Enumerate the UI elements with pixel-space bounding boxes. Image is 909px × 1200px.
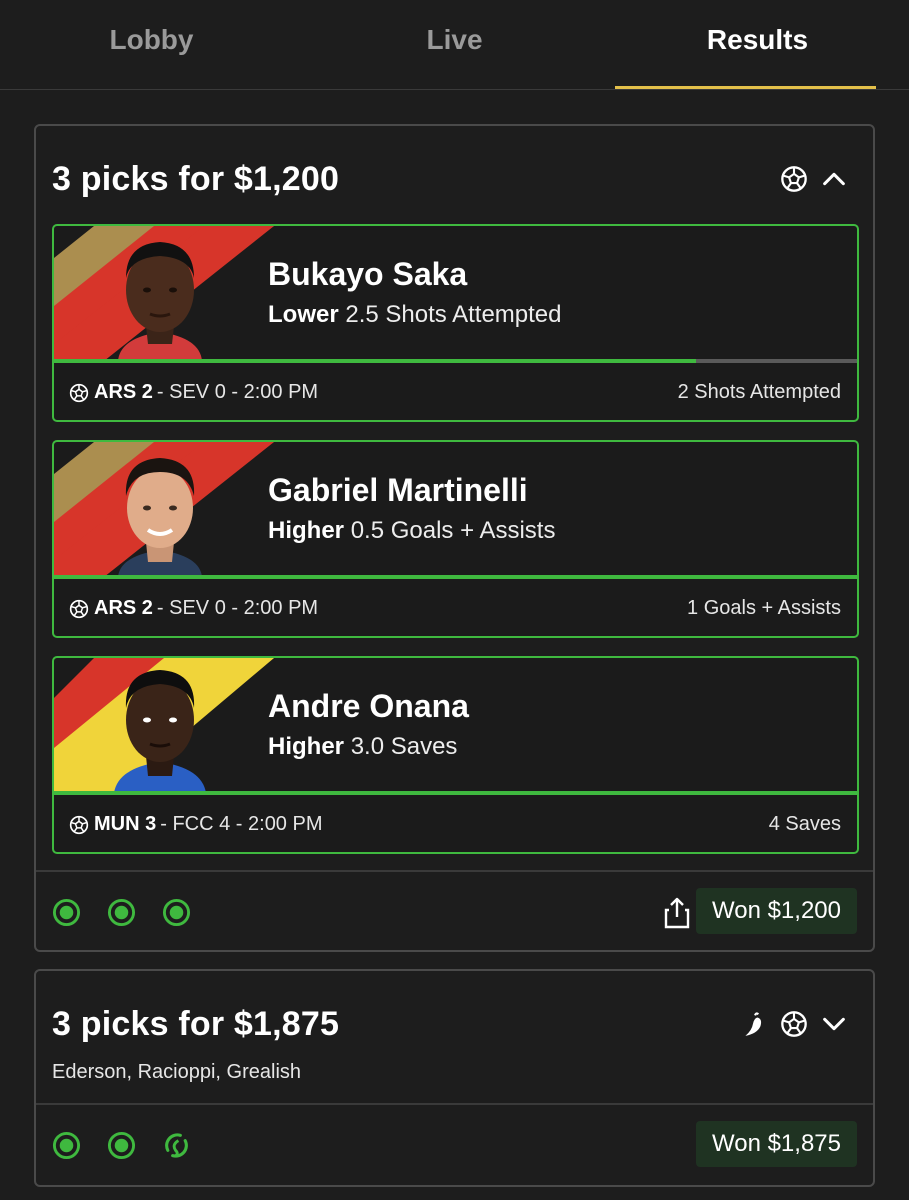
check-circle-icon	[162, 898, 191, 927]
soccer-ball-icon	[68, 814, 90, 836]
soccer-ball-icon	[68, 598, 90, 620]
team-score: ARS 2	[94, 597, 153, 619]
pick-card-saka[interactable]: Bukayo Saka Lower 2.5 Shots Attempted AR…	[52, 224, 859, 422]
soccer-ball-icon	[779, 1009, 809, 1039]
won-status-badge: Won $1,200	[696, 888, 857, 934]
pick-direction: Higher	[268, 733, 345, 760]
pick-stat: 0.5 Goals + Assists	[350, 517, 556, 544]
pick-line: Lower 2.5 Shots Attempted	[268, 301, 562, 329]
check-circle-icon	[107, 898, 136, 927]
match-details: - SEV 0 - 2:00 PM	[156, 381, 319, 403]
pick-stat: 2.5 Shots Attempted	[345, 301, 562, 328]
player-avatar	[118, 458, 202, 577]
check-circle-icon	[52, 898, 81, 927]
pick-line: Higher 3.0 Saves	[268, 733, 457, 761]
team-score: ARS 2	[94, 381, 153, 403]
results-tab-bar: Lobby Live Results	[0, 0, 909, 90]
entry-title: 3 picks for $1,875	[52, 1005, 340, 1043]
team-score: MUN 3	[94, 813, 157, 835]
check-circle-icon	[52, 1131, 81, 1160]
pick-result: 1 Goals + Assists	[687, 597, 841, 619]
pick-line: Higher 0.5 Goals + Assists	[268, 517, 555, 545]
won-status-badge: Won $1,875	[696, 1121, 857, 1167]
player-name: Andre Onana	[268, 688, 469, 724]
match-info: ARS 2 - SEV 0 - 2:00 PM	[68, 381, 318, 404]
chevron-up-icon[interactable]	[819, 164, 849, 194]
match-info: MUN 3 - FCC 4 - 2:00 PM	[68, 813, 323, 836]
match-info: ARS 2 - SEV 0 - 2:00 PM	[68, 597, 318, 620]
chili-pepper-icon	[739, 1009, 769, 1039]
player-avatar	[114, 670, 206, 793]
soccer-ball-icon	[68, 382, 90, 404]
pick-result: 2 Shots Attempted	[677, 381, 841, 403]
pick-stat: 3.0 Saves	[350, 733, 458, 760]
tab-live[interactable]: Live	[303, 0, 606, 89]
match-details: - SEV 0 - 2:00 PM	[156, 597, 319, 619]
pick-direction: Lower	[268, 301, 339, 328]
entry-players: Ederson, Racioppi, Grealish	[52, 1061, 302, 1083]
swap-circle-icon	[165, 1133, 188, 1158]
entry-card-1[interactable]: 3 picks for $1,200 Bukayo Saka Lower 2.5…	[34, 124, 875, 952]
entry-footer: Won $1,875	[36, 1103, 873, 1187]
player-name: Bukayo Saka	[268, 256, 468, 292]
check-circle-icon	[107, 1131, 136, 1160]
pick-direction: Higher	[268, 517, 345, 544]
match-details: - FCC 4 - 2:00 PM	[160, 813, 323, 835]
soccer-ball-icon	[779, 164, 809, 194]
tab-results[interactable]: Results	[606, 0, 909, 89]
entry-title: 3 picks for $1,200	[52, 160, 340, 198]
entry-footer: Won $1,200	[36, 870, 873, 950]
pick-result: 4 Saves	[768, 813, 841, 835]
player-name: Gabriel Martinelli	[268, 472, 528, 508]
entry-card-2[interactable]: 3 picks for $1,875 Ederson, Racioppi, Gr…	[34, 969, 875, 1187]
share-icon[interactable]	[663, 896, 691, 930]
tab-lobby[interactable]: Lobby	[0, 0, 303, 89]
chevron-down-icon[interactable]	[819, 1009, 849, 1039]
pick-card-martinelli[interactable]: Gabriel Martinelli Higher 0.5 Goals + As…	[52, 440, 859, 638]
player-avatar	[118, 242, 202, 361]
pick-card-onana[interactable]: Andre Onana Higher 3.0 Saves MUN 3 - FCC…	[52, 656, 859, 854]
